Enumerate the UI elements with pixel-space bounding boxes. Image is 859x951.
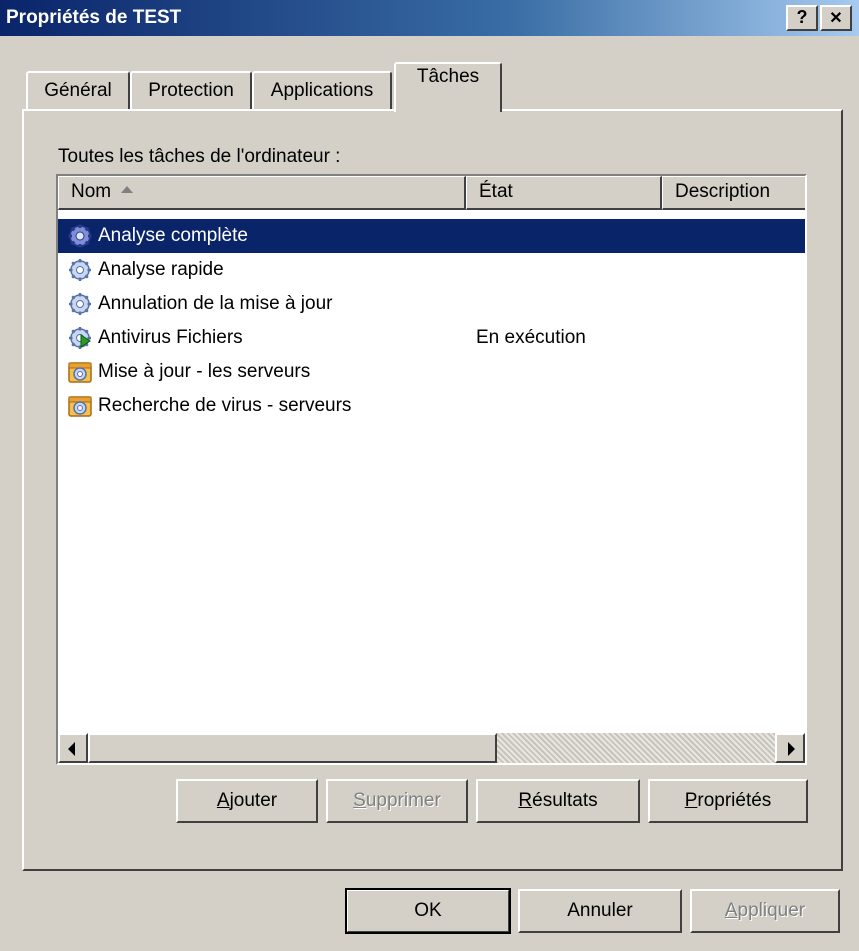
task-name: Recherche de virus - serveurs — [98, 395, 352, 416]
table-row[interactable]: Annulation de la mise à jour — [58, 287, 805, 321]
accelerator-key: P — [684, 790, 698, 811]
button-label: OK — [414, 900, 442, 921]
arrow-right-icon — [788, 742, 795, 756]
task-state: En exécution — [476, 327, 586, 348]
sort-ascending-icon — [121, 186, 134, 194]
column-label: État — [479, 181, 513, 202]
task-name: Analyse complète — [98, 225, 248, 246]
table-row[interactable]: Antivirus Fichiers En exécution — [58, 321, 805, 355]
title-bar[interactable]: Propriétés de TEST ? ✕ — [0, 0, 859, 36]
ok-button[interactable]: OK — [345, 888, 511, 934]
properties-button[interactable]: Propriétés — [648, 779, 808, 823]
gear-icon — [69, 293, 91, 315]
properties-dialog: Propriétés de TEST ? ✕ Général Protectio… — [0, 0, 859, 951]
delete-button[interactable]: Supprimer — [326, 779, 468, 823]
task-name: Antivirus Fichiers — [98, 327, 243, 348]
add-button[interactable]: Ajouter — [176, 779, 318, 823]
scroll-left-button[interactable] — [58, 733, 88, 763]
accelerator-key: R — [518, 790, 533, 811]
table-row[interactable]: Analyse complète — [58, 219, 805, 253]
horizontal-scrollbar[interactable] — [58, 733, 805, 763]
tab-general[interactable]: Général — [26, 71, 130, 111]
group-task-icon — [68, 396, 92, 417]
column-label: Description — [675, 181, 771, 202]
arrow-left-icon — [68, 742, 75, 756]
column-header-nom[interactable]: Nom — [58, 176, 466, 210]
close-button[interactable]: ✕ — [820, 5, 852, 31]
cancel-button[interactable]: Annuler — [518, 889, 682, 933]
help-icon: ? — [796, 7, 808, 27]
close-icon: ✕ — [829, 10, 843, 27]
button-label: Annuler — [567, 900, 633, 921]
tab-label: Général — [44, 80, 112, 101]
gear-icon-blue — [68, 224, 92, 248]
task-name: Mise à jour - les serveurs — [98, 361, 311, 382]
tasks-list[interactable]: Nom État Description Analyse complète An — [56, 174, 807, 765]
tasks-list-caption: Toutes les tâches de l'ordinateur : — [58, 146, 341, 167]
accelerator-key: A — [724, 900, 738, 921]
column-header-description[interactable]: Description — [662, 176, 805, 210]
help-button[interactable]: ? — [786, 5, 818, 31]
button-label: ésultats — [532, 790, 598, 811]
tab-protection[interactable]: Protection — [130, 71, 252, 111]
tab-label: Tâches — [416, 66, 480, 87]
accelerator-key: S — [353, 790, 366, 811]
button-label: jouter — [229, 790, 278, 811]
window-title: Propriétés de TEST — [6, 7, 182, 28]
tab-label: Protection — [148, 80, 234, 101]
button-label: ropriétés — [697, 790, 772, 811]
table-row[interactable]: Recherche de virus - serveurs — [58, 389, 805, 423]
task-name: Annulation de la mise à jour — [98, 293, 333, 314]
button-label: upprimer — [365, 790, 441, 811]
accelerator-key: A — [216, 790, 230, 811]
tab-label: Applications — [270, 80, 374, 101]
scrollbar-thumb[interactable] — [88, 733, 497, 763]
scroll-right-button[interactable] — [775, 733, 805, 763]
table-row[interactable]: Analyse rapide — [58, 253, 805, 287]
tab-taches[interactable]: Tâches — [394, 62, 502, 112]
results-button[interactable]: Résultats — [476, 779, 640, 823]
task-name: Analyse rapide — [98, 259, 224, 280]
gear-icon — [69, 259, 91, 281]
button-label: ppliquer — [737, 900, 806, 921]
group-task-icon — [68, 362, 92, 383]
table-row[interactable]: Mise à jour - les serveurs — [58, 355, 805, 389]
gear-running-icon — [69, 327, 91, 349]
apply-button[interactable]: Appliquer — [690, 889, 840, 933]
tab-applications[interactable]: Applications — [252, 71, 392, 111]
column-label: Nom — [71, 181, 112, 202]
column-header-etat[interactable]: État — [466, 176, 662, 210]
